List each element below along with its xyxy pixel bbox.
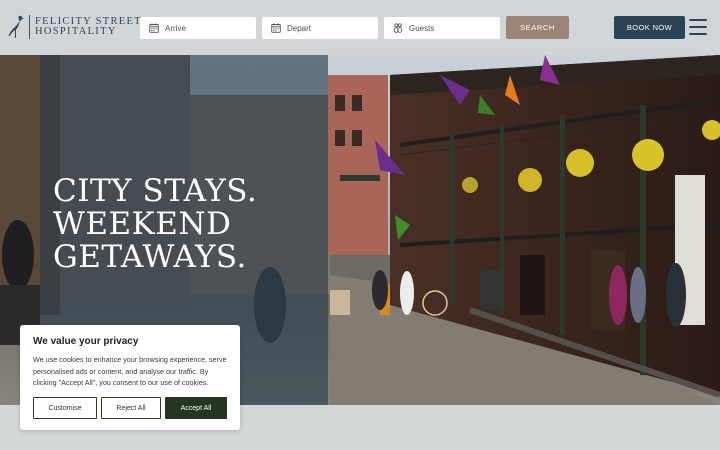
brand-name: Felicity Street Hospitality [35,16,142,37]
guests-label: Guests [409,23,435,33]
cookie-title: We value your privacy [33,336,139,347]
depart-label: Depart [287,23,312,33]
brand-logo[interactable]: Felicity Street Hospitality [6,14,142,40]
hamburger-menu-icon[interactable] [689,19,707,35]
accept-all-button[interactable]: Accept All [165,397,227,419]
brand-name-line2: Hospitality [35,26,117,37]
search-button[interactable]: Search [506,16,569,39]
guests-icon [393,23,403,33]
hero-headline-line2: Weekend [53,206,232,242]
hero-headline-line1: City Stays. [53,173,258,209]
guests-field[interactable]: Guests [384,17,500,39]
calendar-icon [149,23,159,33]
cookie-actions: Customise Reject All Accept All [33,397,227,419]
book-now-button[interactable]: Book Now [614,16,685,39]
customise-button[interactable]: Customise [33,397,97,419]
depart-date-field[interactable]: Depart [262,17,378,39]
hero-headline: City Stays. Weekend Getaways. [53,175,257,274]
logo-divider [29,15,30,39]
hero-headline-line3: Getaways. [53,239,247,275]
calendar-icon [271,23,281,33]
cookie-description: We use cookies to enhance your browsing … [33,355,227,387]
reject-all-button[interactable]: Reject All [101,397,161,419]
arrive-label: Arrive [165,23,186,33]
heron-logo-icon [8,15,25,39]
arrive-date-field[interactable]: Arrive [140,17,256,39]
site-header: Felicity Street Hospitality Arrive Depar… [0,0,720,55]
cookie-consent-banner: We value your privacy We use cookies to … [20,325,240,430]
